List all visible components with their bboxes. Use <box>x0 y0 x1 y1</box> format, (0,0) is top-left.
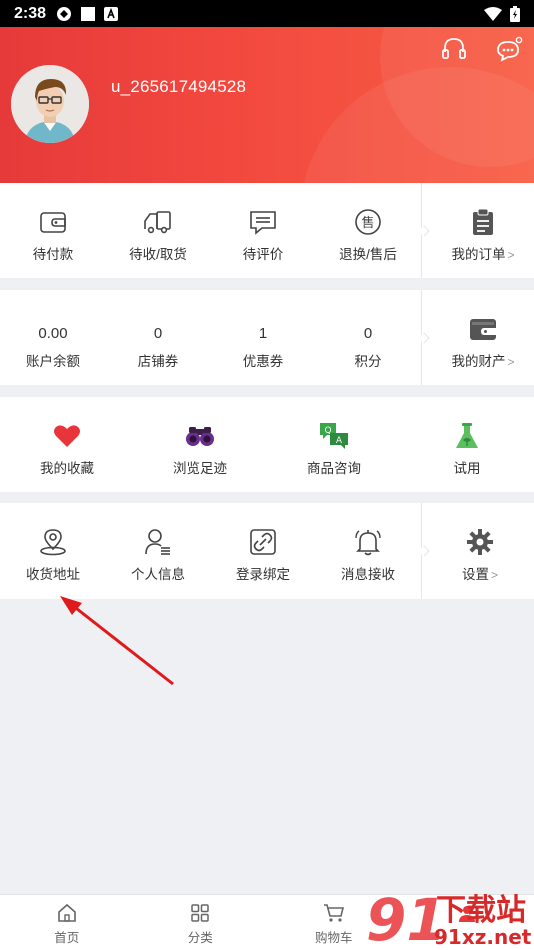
username: u_265617494528 <box>111 77 247 96</box>
link-icon <box>248 527 278 557</box>
my-orders-label: 我的订单 <box>451 247 506 262</box>
features-card: 我的收藏 浏览足迹 QA 商品咨询 试用 <box>0 397 534 492</box>
profile-header: u_265617494528 <box>0 27 534 183</box>
account-balance[interactable]: 0.00 账户余额 <box>13 314 93 370</box>
order-after-sale[interactable]: 售 退换/售后 <box>328 207 408 263</box>
app-notification-icon <box>57 6 72 21</box>
order-pending-receipt-label: 待收/取货 <box>129 247 187 262</box>
order-pending-payment-label: 待付款 <box>32 247 74 262</box>
my-favorites-label: 我的收藏 <box>40 461 94 476</box>
status-bar: 2:38 <box>0 0 534 27</box>
store-coupons[interactable]: 0 店铺券 <box>118 314 198 370</box>
coupons[interactable]: 1 优惠券 <box>223 314 303 370</box>
truck-icon <box>143 207 173 237</box>
watermark-title: 下载站 <box>436 893 526 928</box>
my-favorites[interactable]: 我的收藏 <box>27 421 107 477</box>
settings-link[interactable]: 设置 > <box>440 527 520 583</box>
store-coupons-value: 0 <box>153 325 163 342</box>
store-coupons-label: 店铺券 <box>137 354 179 369</box>
browse-history-label: 浏览足迹 <box>173 461 227 476</box>
comment-icon <box>248 207 278 237</box>
headset-icon[interactable] <box>440 35 468 63</box>
tab-category-label: 分类 <box>187 931 213 945</box>
my-assets-link[interactable]: 我的财产 > <box>440 314 526 370</box>
orders-card: 待付款 待收/取货 待评价 售 退换/售后 我的订单 > <box>0 183 534 278</box>
my-orders-link[interactable]: 我的订单 > <box>440 207 526 263</box>
my-orders-chevron: > <box>507 248 515 262</box>
settings-chevron: > <box>490 568 498 582</box>
svg-text:售: 售 <box>361 215 374 231</box>
user-info-icon <box>143 527 173 557</box>
personal-info[interactable]: 个人信息 <box>118 527 198 583</box>
heart-icon <box>52 421 82 451</box>
status-left-icons <box>56 6 119 22</box>
browse-history[interactable]: 浏览足迹 <box>160 421 240 477</box>
clipboard-icon <box>468 207 498 237</box>
assets-card: 0.00 账户余额 0 店铺券 1 优惠券 0 积分 我的财产 > <box>0 290 534 385</box>
personal-info-label: 个人信息 <box>131 567 185 582</box>
order-pending-payment[interactable]: 待付款 <box>13 207 93 263</box>
message-receive[interactable]: 消息接收 <box>328 527 408 583</box>
tab-home-label: 首页 <box>54 931 80 945</box>
tab-home[interactable]: 首页 <box>0 895 134 950</box>
status-right-icons <box>484 5 520 22</box>
points-label: 积分 <box>354 354 382 369</box>
login-binding[interactable]: 登录绑定 <box>223 527 303 583</box>
bell-icon <box>353 527 383 557</box>
gear-icon <box>465 527 495 557</box>
status-time: 2:38 <box>14 4 47 22</box>
order-pending-review-label: 待评价 <box>242 247 284 262</box>
flask-icon <box>452 421 482 451</box>
wallet-icon <box>38 207 68 237</box>
purse-icon <box>468 314 498 344</box>
my-orders-label-wrap: 我的订单 > <box>451 243 514 263</box>
product-consult[interactable]: QA 商品咨询 <box>294 421 374 477</box>
shipping-address-label: 收货地址 <box>26 567 80 582</box>
after-sale-icon: 售 <box>353 207 383 237</box>
message-receive-label: 消息接收 <box>341 567 395 582</box>
order-pending-receipt[interactable]: 待收/取货 <box>118 207 198 263</box>
my-assets-label-wrap: 我的财产 > <box>451 350 514 370</box>
a-notification-icon <box>104 6 119 21</box>
trial[interactable]: 试用 <box>427 421 507 477</box>
points[interactable]: 0 积分 <box>328 314 408 370</box>
my-assets-chevron: > <box>507 355 515 369</box>
shipping-address[interactable]: 收货地址 <box>13 527 93 583</box>
square-notification-icon <box>81 6 96 21</box>
trial-label: 试用 <box>453 461 481 476</box>
wifi-icon <box>484 6 502 21</box>
settings-label: 设置 <box>461 567 489 582</box>
points-value: 0 <box>363 325 373 342</box>
login-binding-label: 登录绑定 <box>236 567 290 582</box>
qa-icon: QA <box>319 421 349 451</box>
grid-icon <box>191 904 209 922</box>
chat-bubble-icon[interactable] <box>494 35 524 63</box>
coupons-label: 优惠券 <box>242 354 284 369</box>
avatar-image <box>11 65 89 143</box>
avatar[interactable] <box>11 65 89 143</box>
tab-category[interactable]: 分类 <box>134 895 268 950</box>
my-assets-label: 我的财产 <box>451 354 506 369</box>
binoculars-icon <box>185 421 215 451</box>
order-after-sale-label: 退换/售后 <box>339 247 397 262</box>
order-pending-review[interactable]: 待评价 <box>223 207 303 263</box>
settings-card: 收货地址 个人信息 登录绑定 消息接收 设置 > <box>0 503 534 599</box>
settings-label-wrap: 设置 > <box>462 563 498 583</box>
tab-cart-label: 购物车 <box>314 931 353 945</box>
site-watermark: 91 下载站 91xz.net <box>366 886 532 950</box>
svg-text:A: A <box>336 436 343 446</box>
product-consult-label: 商品咨询 <box>307 461 361 476</box>
account-balance-value: 0.00 <box>38 325 68 342</box>
location-pin-icon <box>38 527 68 557</box>
watermark-url: 91xz.net <box>434 925 532 949</box>
account-balance-label: 账户余额 <box>26 354 80 369</box>
cart-icon <box>323 904 344 922</box>
coupons-value: 1 <box>258 325 268 342</box>
home-icon <box>57 903 76 922</box>
battery-icon <box>510 5 520 22</box>
